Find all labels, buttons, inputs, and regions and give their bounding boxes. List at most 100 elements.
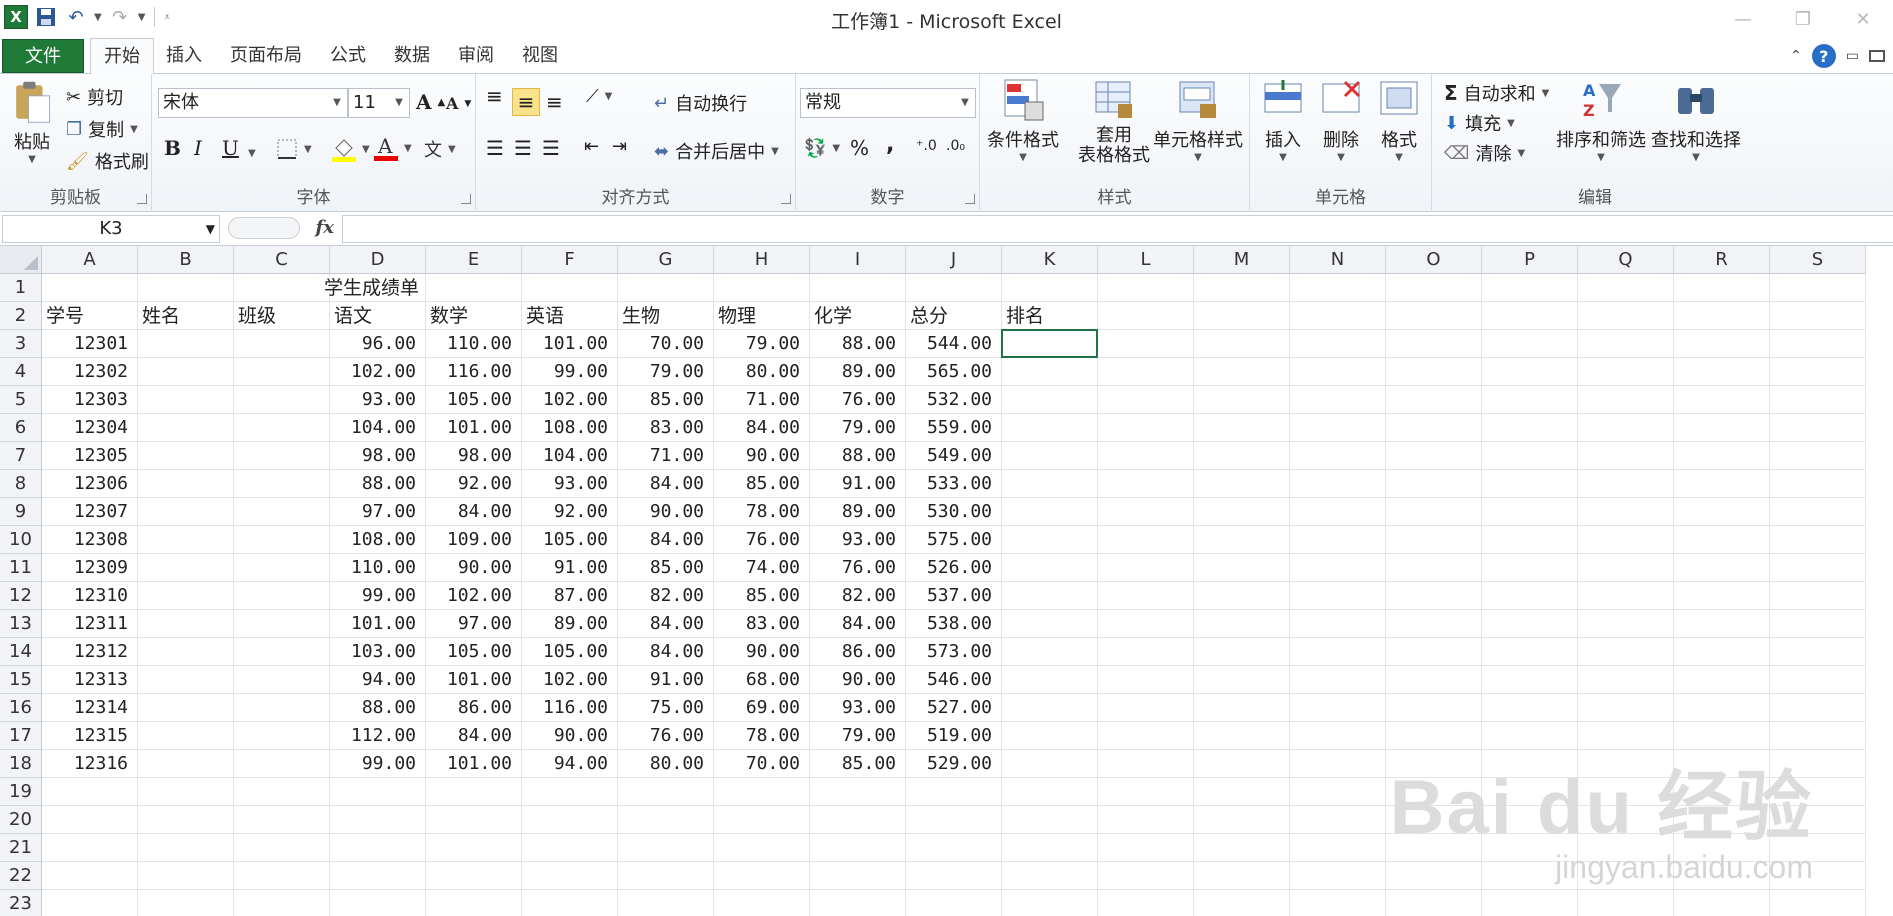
- row-header-3[interactable]: 3: [0, 330, 42, 358]
- column-header-d[interactable]: D: [330, 246, 426, 274]
- cell-i10[interactable]: 93.00: [810, 526, 906, 554]
- cell-g4[interactable]: 79.00: [618, 358, 714, 386]
- workbook-restore-icon[interactable]: [1869, 50, 1885, 62]
- grow-font-icon[interactable]: A ▲: [416, 90, 445, 114]
- comma-button[interactable]: ,: [886, 132, 894, 157]
- cell-j2[interactable]: 总分: [906, 302, 1002, 330]
- cell-j10[interactable]: 575.00: [906, 526, 1002, 554]
- restore-icon[interactable]: ❐: [1773, 0, 1833, 38]
- row-header-7[interactable]: 7: [0, 442, 42, 470]
- cell-h8[interactable]: 85.00: [714, 470, 810, 498]
- cell-d6[interactable]: 104.00: [330, 414, 426, 442]
- column-header-k[interactable]: K: [1002, 246, 1098, 274]
- cell-d18[interactable]: 99.00: [330, 750, 426, 778]
- cell-i14[interactable]: 86.00: [810, 638, 906, 666]
- autosum-button[interactable]: Σ 自动求和 ▼: [1444, 80, 1549, 106]
- cell-e7[interactable]: 98.00: [426, 442, 522, 470]
- cell-a7[interactable]: 12305: [42, 442, 138, 470]
- cell-i13[interactable]: 84.00: [810, 610, 906, 638]
- cell-a9[interactable]: 12307: [42, 498, 138, 526]
- cell-j4[interactable]: 565.00: [906, 358, 1002, 386]
- cell-g16[interactable]: 75.00: [618, 694, 714, 722]
- column-header-i[interactable]: I: [810, 246, 906, 274]
- row-header-16[interactable]: 16: [0, 694, 42, 722]
- cell-h5[interactable]: 71.00: [714, 386, 810, 414]
- cell-h12[interactable]: 85.00: [714, 582, 810, 610]
- cell-h3[interactable]: 79.00: [714, 330, 810, 358]
- wrap-text-button[interactable]: ↵ 自动换行: [654, 90, 747, 116]
- middle-align-icon[interactable]: ≡: [512, 88, 540, 116]
- cell-f8[interactable]: 93.00: [522, 470, 618, 498]
- fill-color-button[interactable]: ▼: [332, 136, 370, 162]
- underline-dropdown-icon[interactable]: ▼: [248, 148, 256, 159]
- bold-button[interactable]: B: [164, 136, 181, 160]
- cell-d1[interactable]: 学生成绩单: [324, 274, 516, 302]
- tab-data[interactable]: 数据: [386, 38, 438, 74]
- column-header-l[interactable]: L: [1098, 246, 1194, 274]
- cell-d3[interactable]: 96.00: [330, 330, 426, 358]
- cell-i12[interactable]: 82.00: [810, 582, 906, 610]
- cell-i4[interactable]: 89.00: [810, 358, 906, 386]
- phonetic-button[interactable]: 文 ▼: [424, 136, 456, 162]
- cell-d9[interactable]: 97.00: [330, 498, 426, 526]
- cell-g9[interactable]: 90.00: [618, 498, 714, 526]
- shrink-font-icon[interactable]: A ▼: [446, 94, 471, 113]
- conditional-format-button[interactable]: 条件格式 ▼: [984, 78, 1062, 163]
- cell-a3[interactable]: 12301: [42, 330, 138, 358]
- top-align-icon[interactable]: ≡: [486, 84, 503, 108]
- cell-e18[interactable]: 101.00: [426, 750, 522, 778]
- font-name-dropdown-icon[interactable]: ▼: [329, 89, 345, 117]
- format-cells-button[interactable]: 格式 ▼: [1370, 78, 1428, 163]
- tab-page-layout[interactable]: 页面布局: [224, 38, 308, 74]
- cell-d7[interactable]: 98.00: [330, 442, 426, 470]
- tab-insert[interactable]: 插入: [158, 38, 210, 74]
- cell-g8[interactable]: 84.00: [618, 470, 714, 498]
- autosum-dropdown-icon[interactable]: ▼: [1542, 88, 1550, 99]
- cell-b2[interactable]: 姓名: [138, 302, 234, 330]
- font-color-button[interactable]: A ▼: [374, 134, 412, 162]
- cell-e4[interactable]: 116.00: [426, 358, 522, 386]
- cell-styles-dropdown-icon[interactable]: ▼: [1194, 152, 1202, 163]
- cell-styles-button[interactable]: 单元格样式 ▼: [1150, 78, 1246, 163]
- row-header-1[interactable]: 1: [0, 274, 42, 302]
- cell-j9[interactable]: 530.00: [906, 498, 1002, 526]
- font-launcher-icon[interactable]: [461, 194, 471, 204]
- sort-filter-button[interactable]: AZ 排序和筛选 ▼: [1556, 78, 1646, 163]
- tab-formulas[interactable]: 公式: [322, 38, 374, 74]
- cell-i2[interactable]: 化学: [810, 302, 906, 330]
- cell-h7[interactable]: 90.00: [714, 442, 810, 470]
- number-launcher-icon[interactable]: [965, 194, 975, 204]
- minimize-icon[interactable]: —: [1713, 0, 1773, 38]
- row-header-4[interactable]: 4: [0, 358, 42, 386]
- column-header-n[interactable]: N: [1290, 246, 1386, 274]
- cell-f5[interactable]: 102.00: [522, 386, 618, 414]
- accounting-format-button[interactable]: 💱 ▼: [804, 138, 840, 159]
- row-header-5[interactable]: 5: [0, 386, 42, 414]
- cell-e9[interactable]: 84.00: [426, 498, 522, 526]
- tab-view[interactable]: 视图: [514, 38, 566, 74]
- cell-i3[interactable]: 88.00: [810, 330, 906, 358]
- row-header-18[interactable]: 18: [0, 750, 42, 778]
- cell-h11[interactable]: 74.00: [714, 554, 810, 582]
- cell-i8[interactable]: 91.00: [810, 470, 906, 498]
- insert-cells-button[interactable]: 插入 ▼: [1254, 78, 1312, 163]
- delete-cells-button[interactable]: 删除 ▼: [1312, 78, 1370, 163]
- number-format-combo[interactable]: 常规 ▼: [800, 88, 976, 118]
- cell-a13[interactable]: 12311: [42, 610, 138, 638]
- cell-h16[interactable]: 69.00: [714, 694, 810, 722]
- cell-j17[interactable]: 519.00: [906, 722, 1002, 750]
- cell-d14[interactable]: 103.00: [330, 638, 426, 666]
- cell-j11[interactable]: 526.00: [906, 554, 1002, 582]
- column-header-s[interactable]: S: [1770, 246, 1866, 274]
- clear-dropdown-icon[interactable]: ▼: [1517, 148, 1525, 159]
- cell-j8[interactable]: 533.00: [906, 470, 1002, 498]
- orientation-button[interactable]: ⟋ ▼: [586, 86, 612, 107]
- row-header-6[interactable]: 6: [0, 414, 42, 442]
- row-header-22[interactable]: 22: [0, 862, 42, 890]
- fill-color-dropdown-icon[interactable]: ▼: [362, 144, 370, 155]
- align-left-icon[interactable]: ☰: [486, 136, 504, 160]
- row-header-23[interactable]: 23: [0, 890, 42, 916]
- cell-g17[interactable]: 76.00: [618, 722, 714, 750]
- cell-e14[interactable]: 105.00: [426, 638, 522, 666]
- cell-j7[interactable]: 549.00: [906, 442, 1002, 470]
